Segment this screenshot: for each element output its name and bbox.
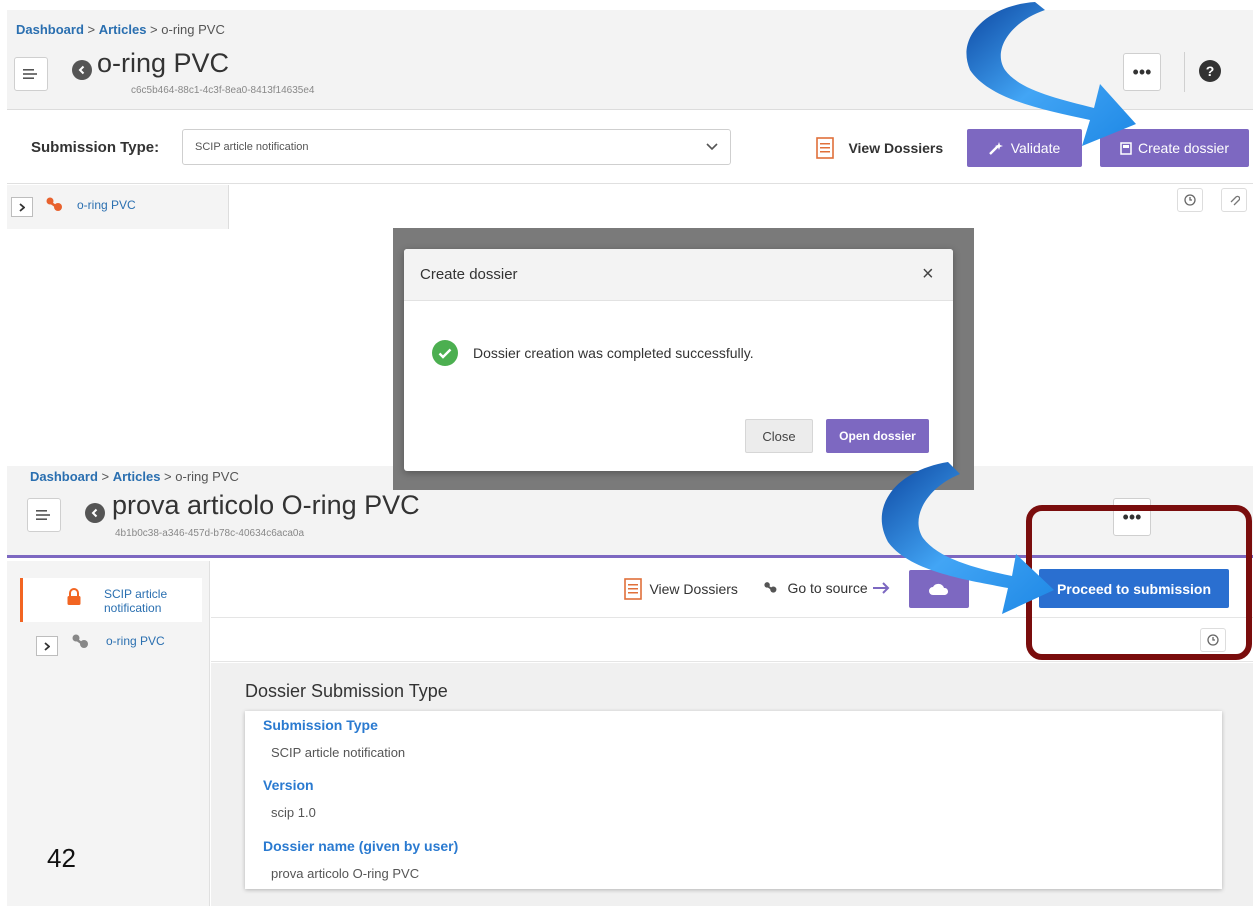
chevron-right-icon [19, 202, 25, 212]
view-dossiers-bottom[interactable]: View Dossiers [624, 578, 738, 600]
field-value-dossier-name: prova articolo O-ring PVC [271, 866, 420, 881]
breadcrumb-articles[interactable]: Articles [99, 22, 147, 37]
expand-toggle[interactable] [36, 636, 58, 656]
breadcrumb: Dashboard > Articles > o-ring PVC [16, 22, 225, 37]
breadcrumb-current: o-ring PVC [175, 469, 239, 484]
section-title: Dossier Submission Type [245, 681, 448, 701]
field-value-version: scip 1.0 [271, 805, 316, 820]
menu-icon [36, 510, 50, 520]
slide-page-number: 42 [47, 843, 76, 873]
blue-arrow-icon [881, 462, 1054, 614]
submission-type-value: SCIP article notification [195, 141, 309, 153]
breadcrumb-current: o-ring PVC [161, 22, 225, 37]
submission-type-label: Submission Type: [31, 139, 160, 156]
divider [1184, 52, 1185, 92]
article-icon [46, 197, 62, 211]
close-icon[interactable]: × [922, 263, 934, 286]
history-icon[interactable] [1177, 188, 1203, 212]
help-icon[interactable]: ? [1199, 60, 1221, 82]
back-icon[interactable] [72, 60, 92, 80]
breadcrumb-separator: > [146, 22, 162, 37]
sidebar-item-label: SCIP article notification [104, 587, 167, 615]
field-value-submission-type: SCIP article notification [271, 745, 406, 760]
document-icon [816, 137, 834, 159]
breadcrumb-dashboard[interactable]: Dashboard [16, 22, 84, 37]
dialog-close-button[interactable]: Close [745, 419, 813, 453]
article-icon [72, 634, 88, 648]
go-to-source-label: Go to source [787, 579, 868, 596]
create-dossier-dialog: Create dossier × Dossier creation was co… [404, 249, 953, 471]
highlight-box [1026, 505, 1252, 660]
article-icon [764, 581, 777, 593]
expand-toggle[interactable] [11, 197, 33, 217]
sidebar-item-label-line2: notification [104, 601, 162, 615]
breadcrumb: Dashboard > Articles > o-ring PVC [30, 469, 239, 484]
field-label-submission-type: Submission Type [263, 717, 378, 733]
submission-type-select[interactable]: SCIP article notification [182, 129, 731, 165]
breadcrumb-separator: > [160, 469, 176, 484]
view-dossiers-label: View Dossiers [649, 581, 738, 597]
breadcrumb-articles[interactable]: Articles [113, 469, 161, 484]
lock-icon [67, 588, 81, 605]
sidebar-item-label-line1: SCIP article [104, 587, 168, 601]
view-dossiers-label: View Dossiers [848, 140, 944, 156]
view-dossiers-top[interactable]: View Dossiers [816, 137, 943, 159]
field-label-version: Version [263, 777, 314, 793]
chevron-down-icon [706, 143, 718, 151]
menu-toggle-button[interactable] [27, 498, 61, 532]
page-title: o-ring PVC [97, 48, 230, 78]
menu-icon [23, 69, 37, 79]
blue-arrow-icon [966, 2, 1136, 146]
page-title: prova articolo O-ring PVC [112, 490, 420, 520]
tree-item-o-ring[interactable]: o-ring PVC [77, 198, 136, 212]
tree-item-o-ring[interactable]: o-ring PVC [106, 634, 165, 648]
dialog-title: Create dossier [420, 266, 518, 283]
page-uuid: c6c5b464-88c1-4c3f-8ea0-8413f14635e4 [131, 85, 315, 96]
breadcrumb-dashboard[interactable]: Dashboard [30, 469, 98, 484]
dialog-message: Dossier creation was completed successfu… [473, 345, 754, 361]
create-dossier-label: Create dossier [1137, 140, 1230, 156]
back-icon[interactable] [85, 503, 105, 523]
breadcrumb-separator: > [97, 469, 113, 484]
attachment-icon[interactable] [1221, 188, 1247, 212]
success-check-icon [432, 340, 458, 366]
breadcrumb-separator: > [83, 22, 99, 37]
chevron-right-icon [44, 641, 50, 651]
submission-details-card [245, 711, 1222, 889]
field-label-dossier-name: Dossier name (given by user) [263, 838, 459, 854]
page-uuid: 4b1b0c38-a346-457d-b78c-40634c6aca0a [115, 528, 305, 539]
document-icon [624, 578, 642, 600]
open-dossier-button[interactable]: Open dossier [826, 419, 929, 453]
menu-toggle-button[interactable] [14, 57, 48, 91]
